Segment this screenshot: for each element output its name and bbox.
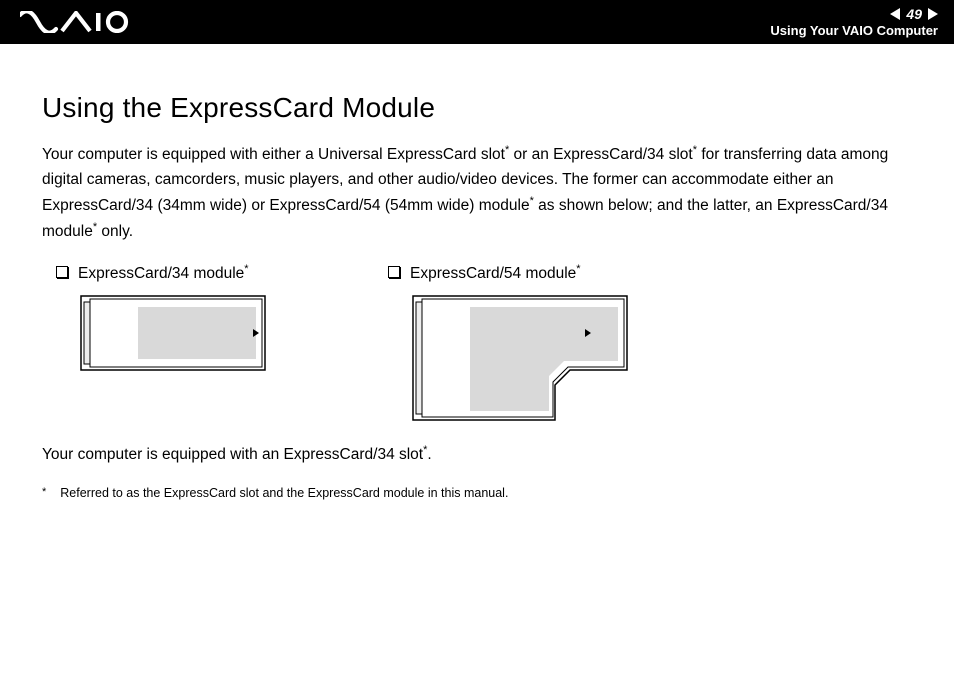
square-bullet-icon (56, 266, 68, 278)
header-right: 49 Using Your VAIO Computer (770, 7, 938, 38)
equipped-paragraph: Your computer is equipped with an Expres… (42, 442, 912, 468)
section-title: Using Your VAIO Computer (770, 23, 938, 38)
expresscard-54-block: ExpressCard/54 module* (388, 263, 630, 428)
footnote-mark: * (42, 486, 46, 500)
footnote-marker: * (576, 263, 580, 275)
footnote-marker: * (244, 263, 248, 275)
page-navigator: 49 (770, 7, 938, 21)
text-segment: ExpressCard/34 module (78, 265, 244, 282)
expresscard-34-diagram (78, 293, 268, 378)
vaio-logo (20, 11, 130, 33)
text-segment: Your computer is equipped with an Expres… (42, 446, 423, 463)
page-number: 49 (906, 7, 922, 21)
square-bullet-icon (388, 266, 400, 278)
expresscard-34-block: ExpressCard/34 module* (56, 263, 268, 428)
text-segment: only. (97, 223, 133, 240)
list-item: ExpressCard/54 module* (388, 263, 630, 283)
card-illustrations: ExpressCard/34 module* ExpressCard/54 mo… (56, 263, 912, 428)
footnote: * Referred to as the ExpressCard slot an… (42, 486, 912, 500)
prev-page-icon[interactable] (890, 8, 900, 20)
text-segment: . (427, 446, 431, 463)
text-segment: Your computer is equipped with either a … (42, 146, 505, 163)
next-page-icon[interactable] (928, 8, 938, 20)
text-segment: or an ExpressCard/34 slot (509, 146, 693, 163)
intro-paragraph: Your computer is equipped with either a … (42, 142, 912, 245)
card-label-text: ExpressCard/54 module* (410, 263, 581, 283)
page-content: Using the ExpressCard Module Your comput… (0, 44, 954, 500)
text-segment: ExpressCard/54 module (410, 265, 576, 282)
page-title: Using the ExpressCard Module (42, 92, 912, 124)
list-item: ExpressCard/34 module* (56, 263, 268, 283)
expresscard-54-diagram (410, 293, 630, 428)
footnote-text: Referred to as the ExpressCard slot and … (60, 486, 508, 500)
page-header: 49 Using Your VAIO Computer (0, 0, 954, 44)
card-label-text: ExpressCard/34 module* (78, 263, 249, 283)
